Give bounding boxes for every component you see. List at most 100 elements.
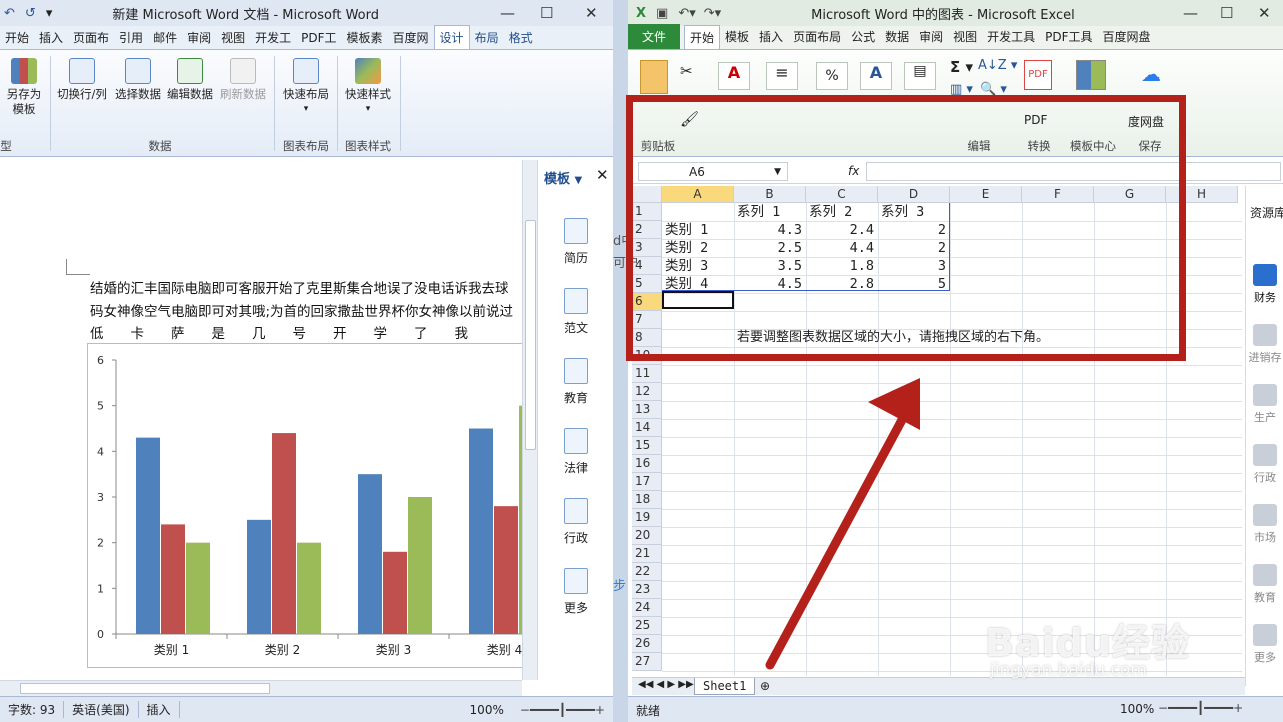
- row-header-24[interactable]: 24: [632, 599, 662, 617]
- excel-maximize-icon[interactable]: ☐: [1220, 4, 1233, 22]
- excel-tab-6[interactable]: 数据: [880, 25, 914, 49]
- row-header-14[interactable]: 14: [632, 419, 662, 437]
- sheet1-tab[interactable]: Sheet1: [694, 678, 756, 695]
- resource-item-6[interactable]: 教育: [1246, 564, 1283, 605]
- template-center-icon[interactable]: [1076, 60, 1106, 90]
- pane-item-3[interactable]: 教育: [538, 358, 614, 406]
- excel-tab-3[interactable]: 插入: [754, 25, 788, 49]
- word-tab-9[interactable]: PDF工: [296, 26, 341, 49]
- pane-item-5[interactable]: 行政: [538, 498, 614, 546]
- pane-item-1[interactable]: 简历: [538, 218, 614, 266]
- align-icon[interactable]: ≡: [766, 62, 798, 90]
- baidu-cloud-icon[interactable]: ☁: [1136, 62, 1166, 86]
- excel-tab-10[interactable]: PDF工具: [1040, 25, 1097, 49]
- word-tab-11[interactable]: 百度网: [388, 26, 434, 49]
- word-tab-6[interactable]: 审阅: [182, 26, 216, 49]
- styles-icon[interactable]: A: [860, 62, 892, 90]
- excel-tab-5[interactable]: 公式: [846, 25, 880, 49]
- new-sheet-icon[interactable]: ⊕: [760, 679, 770, 693]
- sum-icon[interactable]: Σ ▾: [950, 58, 973, 76]
- row-header-26[interactable]: 26: [632, 635, 662, 653]
- word-tab-3[interactable]: 页面布: [68, 26, 114, 49]
- font-color-icon[interactable]: A: [718, 62, 750, 90]
- minimize-icon[interactable]: —: [500, 4, 515, 22]
- hscroll-thumb[interactable]: [20, 683, 270, 694]
- zoom-slider[interactable]: −━━━━┃━━━━+: [512, 703, 613, 717]
- excel-tab-8[interactable]: 视图: [948, 25, 982, 49]
- pane-close-icon[interactable]: ✕: [596, 166, 609, 184]
- row-header-21[interactable]: 21: [632, 545, 662, 563]
- doc-horizontal-scrollbar[interactable]: [0, 680, 522, 696]
- cut-icon[interactable]: ✂: [680, 62, 693, 80]
- word-tab-14[interactable]: 格式: [504, 26, 538, 49]
- quick-layout-button[interactable]: 快速布局 ▾: [278, 58, 334, 117]
- word-tab-5[interactable]: 邮件: [148, 26, 182, 49]
- scroll-thumb[interactable]: [525, 220, 536, 450]
- word-tab-10[interactable]: 模板素: [342, 26, 388, 49]
- excel-tab-11[interactable]: 百度网盘: [1098, 25, 1156, 49]
- embedded-chart[interactable]: 0 1 2 3 4 5 6 类别 1 类别 2 类别 3 类别 4: [87, 343, 543, 668]
- pane-item-4[interactable]: 法律: [538, 428, 614, 476]
- number-format-icon[interactable]: %: [816, 62, 848, 90]
- word-tab-1[interactable]: 开始: [0, 26, 34, 49]
- row-header-22[interactable]: 22: [632, 563, 662, 581]
- pdf-icon[interactable]: PDF: [1024, 60, 1052, 90]
- undo-icon-excel[interactable]: ↶▾: [678, 6, 695, 21]
- refresh-data-button[interactable]: 刷新数据: [216, 58, 270, 102]
- row-header-25[interactable]: 25: [632, 617, 662, 635]
- paste-icon[interactable]: [640, 60, 668, 94]
- sheet-nav-icons[interactable]: ◀◀ ◀ ▶ ▶▶: [638, 679, 694, 690]
- quick-access-icon[interactable]: ▾: [46, 6, 53, 21]
- word-tab-13[interactable]: 布局: [470, 26, 504, 49]
- save-as-template-button[interactable]: 另存为 模板: [2, 58, 46, 117]
- row-header-11[interactable]: 11: [632, 365, 662, 383]
- excel-minimize-icon[interactable]: —: [1183, 4, 1198, 22]
- row-header-17[interactable]: 17: [632, 473, 662, 491]
- save-icon[interactable]: ▣: [656, 6, 668, 21]
- resource-item-4[interactable]: 行政: [1246, 444, 1283, 485]
- row-header-15[interactable]: 15: [632, 437, 662, 455]
- undo-icon[interactable]: ↶: [4, 6, 15, 21]
- insert-mode[interactable]: 插入: [139, 701, 180, 718]
- excel-tab-7[interactable]: 审阅: [914, 25, 948, 49]
- maximize-icon[interactable]: ☐: [540, 4, 553, 22]
- row-header-19[interactable]: 19: [632, 509, 662, 527]
- row-header-18[interactable]: 18: [632, 491, 662, 509]
- excel-tab-1[interactable]: 开始: [684, 25, 721, 49]
- word-tab-4[interactable]: 引用: [114, 26, 148, 49]
- row-header-16[interactable]: 16: [632, 455, 662, 473]
- word-tab-7[interactable]: 视图: [216, 26, 250, 49]
- switch-row-column-button[interactable]: 切换行/列: [52, 58, 112, 102]
- close-icon[interactable]: ✕: [585, 4, 598, 22]
- row-header-27[interactable]: 27: [632, 653, 662, 671]
- row-header-12[interactable]: 12: [632, 383, 662, 401]
- row-header-23[interactable]: 23: [632, 581, 662, 599]
- excel-zoom-slider[interactable]: −━━━━┃━━━━+: [1158, 701, 1243, 715]
- excel-tab-9[interactable]: 开发工具: [982, 25, 1040, 49]
- redo-icon-excel[interactable]: ↷▾: [704, 6, 721, 21]
- resource-item-3[interactable]: 生产: [1246, 384, 1283, 425]
- cells-icon[interactable]: ▤: [904, 62, 936, 90]
- select-data-button[interactable]: 选择数据: [112, 58, 164, 102]
- pane-item-6[interactable]: 更多: [538, 568, 614, 616]
- excel-tab-4[interactable]: 页面布局: [788, 25, 846, 49]
- word-count[interactable]: 字数: 93: [0, 701, 65, 718]
- edit-data-button[interactable]: 编辑数据: [164, 58, 216, 102]
- doc-vertical-scrollbar[interactable]: [522, 160, 537, 680]
- excel-tab-2[interactable]: 模板: [720, 25, 754, 49]
- word-tab-12[interactable]: 设计: [433, 25, 470, 49]
- redo-icon[interactable]: ↺: [25, 6, 36, 21]
- resource-item-2[interactable]: 进销存: [1246, 324, 1283, 365]
- file-tab[interactable]: 文件: [628, 24, 681, 49]
- resource-item-1[interactable]: 财务: [1246, 264, 1283, 305]
- pane-item-2[interactable]: 范文: [538, 288, 614, 336]
- row-header-13[interactable]: 13: [632, 401, 662, 419]
- quick-style-button[interactable]: 快速样式 ▾: [340, 58, 396, 117]
- word-tab-2[interactable]: 插入: [34, 26, 68, 49]
- resource-item-5[interactable]: 市场: [1246, 504, 1283, 545]
- language-indicator[interactable]: 英语(美国): [64, 701, 139, 718]
- row-header-20[interactable]: 20: [632, 527, 662, 545]
- excel-close-icon[interactable]: ✕: [1258, 4, 1271, 22]
- sort-filter-icon[interactable]: A↓Z ▾: [978, 58, 1017, 73]
- word-tab-8[interactable]: 开发工: [250, 26, 296, 49]
